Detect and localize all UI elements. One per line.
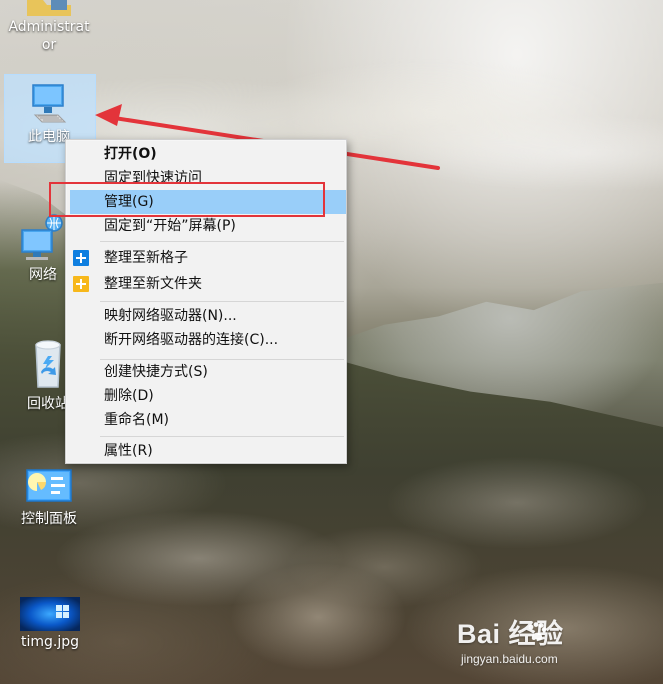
menu-item-new-folder[interactable]: 整理至新文件夹 <box>66 272 346 296</box>
menu-item-label: 映射网络驱动器(N)... <box>104 308 237 324</box>
menu-item-pin-start[interactable]: 固定到“开始”屏幕(P) <box>66 214 346 238</box>
network-icon <box>21 214 63 260</box>
desktop-icon-timg[interactable]: timg.jpg <box>5 597 95 651</box>
menu-item-map-drive[interactable]: 映射网络驱动器(N)... <box>66 304 346 328</box>
manage-highlight-box <box>49 182 325 217</box>
control-panel-icon <box>26 469 72 502</box>
watermark-site: jingyan.baidu.com <box>461 652 558 666</box>
menu-item-rename[interactable]: 重命名(M) <box>66 408 346 432</box>
menu-item-label: 整理至新文件夹 <box>104 276 202 292</box>
user-folder-icon <box>27 0 71 16</box>
baidu-jingyan-watermark: Bai 经验 jingyan.baidu.com <box>457 618 647 674</box>
menu-item-label: 打开(O) <box>104 146 157 162</box>
menu-item-label: 整理至新格子 <box>104 250 188 266</box>
desktop-icon-control-panel[interactable]: 控制面板 <box>4 466 94 528</box>
desktop-icon-administrator[interactable]: Administrat or <box>4 0 94 54</box>
menu-item-label: 固定到“开始”屏幕(P) <box>104 218 236 234</box>
desktop-icon-label: 控制面板 <box>21 511 77 527</box>
menu-item-open[interactable]: 打开(O) <box>66 142 346 166</box>
desktop-icon-label: Administrat or <box>8 19 90 53</box>
menu-separator <box>100 241 344 242</box>
computer-icon <box>32 84 67 123</box>
menu-item-label: 属性(R) <box>104 443 153 459</box>
menu-item-properties[interactable]: 属性(R) <box>66 439 346 463</box>
menu-item-create-shortcut[interactable]: 创建快捷方式(S) <box>66 360 346 384</box>
menu-separator <box>100 436 344 437</box>
paw-logo-icon <box>528 622 547 641</box>
menu-item-disconnect-drive[interactable]: 断开网络驱动器的连接(C)... <box>66 328 346 352</box>
menu-item-new-grid[interactable]: 整理至新格子 <box>66 246 346 270</box>
image-thumbnail-icon <box>20 597 80 631</box>
menu-item-label: 断开网络驱动器的连接(C)... <box>104 332 279 348</box>
menu-item-label: 删除(D) <box>104 388 154 404</box>
desktop-icon-label: timg.jpg <box>20 634 80 650</box>
desktop-icon-this-pc[interactable]: 此电脑 <box>4 78 94 146</box>
menu-item-label: 创建快捷方式(S) <box>104 364 208 380</box>
menu-separator <box>100 301 344 302</box>
blue-plus-icon <box>73 250 89 266</box>
menu-item-delete[interactable]: 删除(D) <box>66 384 346 408</box>
menu-item-label: 重命名(M) <box>104 412 170 428</box>
yellow-folder-plus-icon <box>73 276 89 292</box>
desktop: Administrat or 此电脑 网络 回收站 控制面板 timg.jpg … <box>0 0 663 684</box>
